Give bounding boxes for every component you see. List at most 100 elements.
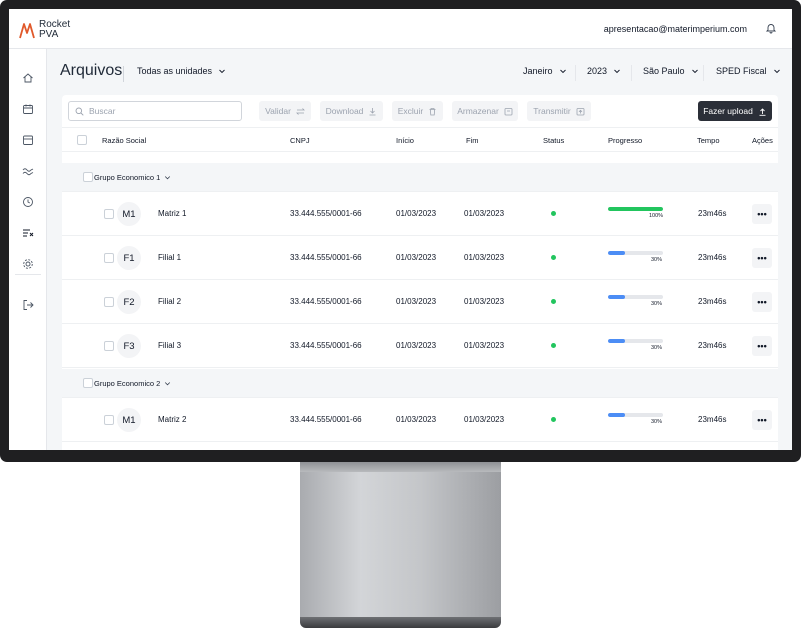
status-dot xyxy=(551,343,556,348)
city-filter-dropdown[interactable]: São Paulo xyxy=(643,66,699,76)
row-name: Filial 3 xyxy=(158,341,182,350)
row-fim: 01/03/2023 xyxy=(464,209,505,218)
unit-filter-dropdown[interactable]: Todas as unidades xyxy=(137,66,226,76)
calendar-icon[interactable] xyxy=(21,102,35,116)
table-row[interactable]: F3 Filial 3 33.444.555/0001-66 01/03/202… xyxy=(62,324,778,368)
col-header-tempo[interactable]: Tempo xyxy=(697,136,720,145)
col-header-inicio[interactable]: Início xyxy=(396,136,414,145)
monitor-stand xyxy=(300,462,501,618)
col-header-progresso[interactable]: Progresso xyxy=(608,136,642,145)
status-dot xyxy=(551,255,556,260)
group-label[interactable]: Grupo Economico 1 xyxy=(94,173,171,182)
table-row[interactable]: F2 Filial 2 33.444.555/0001-66 01/03/202… xyxy=(62,280,778,324)
transmit-label: Transmitir xyxy=(533,106,571,116)
delete-button[interactable]: Excluir xyxy=(392,101,443,121)
search-icon xyxy=(75,107,84,116)
select-all-checkbox[interactable] xyxy=(77,135,87,145)
row-actions-button[interactable]: ••• xyxy=(752,292,772,312)
download-label: Download xyxy=(325,106,364,116)
row-tempo: 23m46s xyxy=(698,253,727,262)
row-fim: 01/03/2023 xyxy=(464,415,505,424)
progress-fill xyxy=(608,295,625,299)
group-checkbox[interactable] xyxy=(83,172,93,182)
row-cnpj: 33.444.555/0001-66 xyxy=(290,341,362,350)
home-icon[interactable] xyxy=(21,71,35,85)
row-name: Matriz 1 xyxy=(158,209,187,218)
type-filter-label: SPED Fiscal xyxy=(716,66,767,76)
type-filter-dropdown[interactable]: SPED Fiscal xyxy=(716,66,781,76)
progress-bar xyxy=(608,251,663,255)
delete-label: Excluir xyxy=(397,106,424,116)
col-header-status[interactable]: Status xyxy=(543,136,564,145)
table-row[interactable]: M1 Matriz 2 33.444.555/0001-66 01/03/202… xyxy=(62,398,778,442)
search-box[interactable] xyxy=(68,101,242,121)
col-header-razao[interactable]: Razão Social xyxy=(102,136,146,145)
row-cnpj: 33.444.555/0001-66 xyxy=(290,209,362,218)
unit-filter-label: Todas as unidades xyxy=(137,66,213,76)
clock-icon[interactable] xyxy=(21,195,35,209)
brand-logo[interactable]: Rocket PVA xyxy=(19,20,70,40)
progress-fill xyxy=(608,339,625,343)
download-button[interactable]: Download xyxy=(320,101,383,121)
user-email[interactable]: apresentacao@materimperium.com xyxy=(604,24,747,34)
status-dot xyxy=(551,299,556,304)
progress-fill xyxy=(608,413,625,417)
city-filter-label: São Paulo xyxy=(643,66,685,76)
group-row[interactable]: Grupo Economico 1 xyxy=(62,163,778,192)
logout-icon[interactable] xyxy=(21,298,35,312)
validate-button[interactable]: Validar xyxy=(259,101,311,121)
status-dot xyxy=(551,211,556,216)
col-header-cnpj[interactable]: CNPJ xyxy=(290,136,310,145)
row-checkbox[interactable] xyxy=(104,415,114,425)
transmit-button[interactable]: Transmitir xyxy=(527,101,591,121)
chevron-down-icon xyxy=(165,176,171,180)
col-header-fim[interactable]: Fim xyxy=(466,136,479,145)
sidebar-divider xyxy=(15,274,41,275)
row-actions-button[interactable]: ••• xyxy=(752,248,772,268)
row-fim: 01/03/2023 xyxy=(464,341,505,350)
search-input[interactable] xyxy=(89,106,229,116)
row-cnpj: 33.444.555/0001-66 xyxy=(290,415,362,424)
row-checkbox[interactable] xyxy=(104,209,114,219)
row-tempo: 23m46s xyxy=(698,297,727,306)
row-actions-button[interactable]: ••• xyxy=(752,336,772,356)
table-row[interactable]: F1 Filial 1 33.444.555/0001-66 01/03/202… xyxy=(62,236,778,280)
group-label[interactable]: Grupo Economico 2 xyxy=(94,379,171,388)
trash-icon xyxy=(429,107,436,115)
filter-list-icon[interactable] xyxy=(21,226,35,240)
row-cnpj: 33.444.555/0001-66 xyxy=(290,253,362,262)
chevron-down-icon xyxy=(559,69,566,74)
table-row[interactable]: M1 Matriz 1 33.444.555/0001-66 01/03/202… xyxy=(62,192,778,236)
app-screen: Rocket PVA apresentacao@materimperium.co… xyxy=(9,9,792,450)
upload-button[interactable]: Fazer upload xyxy=(698,101,772,121)
avatar: F2 xyxy=(117,290,141,314)
group-checkbox[interactable] xyxy=(83,378,93,388)
row-checkbox[interactable] xyxy=(104,341,114,351)
group-row[interactable]: Grupo Economico 2 xyxy=(62,369,778,398)
status-dot xyxy=(551,417,556,422)
row-actions-button[interactable]: ••• xyxy=(752,204,772,224)
row-checkbox[interactable] xyxy=(104,253,114,263)
upload-icon xyxy=(759,107,766,116)
gear-icon[interactable] xyxy=(21,257,35,271)
month-filter-dropdown[interactable]: Janeiro xyxy=(523,66,567,76)
year-filter-dropdown[interactable]: 2023 xyxy=(587,66,621,76)
row-name: Filial 1 xyxy=(158,253,182,262)
row-tempo: 23m46s xyxy=(698,415,727,424)
sidebar xyxy=(9,49,47,450)
chart-wave-icon[interactable] xyxy=(21,164,35,178)
table-row[interactable] xyxy=(62,442,778,450)
row-checkbox[interactable] xyxy=(104,297,114,307)
row-tempo: 23m46s xyxy=(698,209,727,218)
row-actions-button[interactable]: ••• xyxy=(752,410,772,430)
filter-divider xyxy=(703,65,704,81)
bell-icon[interactable] xyxy=(765,22,777,34)
row-fim: 01/03/2023 xyxy=(464,297,505,306)
chevron-down-icon xyxy=(691,69,698,74)
store-button[interactable]: Armazenar xyxy=(452,101,518,121)
row-tempo: 23m46s xyxy=(698,341,727,350)
files-panel: Validar Download Excluir Armazenar Trans… xyxy=(62,95,778,450)
avatar: F3 xyxy=(117,334,141,358)
row-inicio: 01/03/2023 xyxy=(396,209,437,218)
store-icon[interactable] xyxy=(21,133,35,147)
